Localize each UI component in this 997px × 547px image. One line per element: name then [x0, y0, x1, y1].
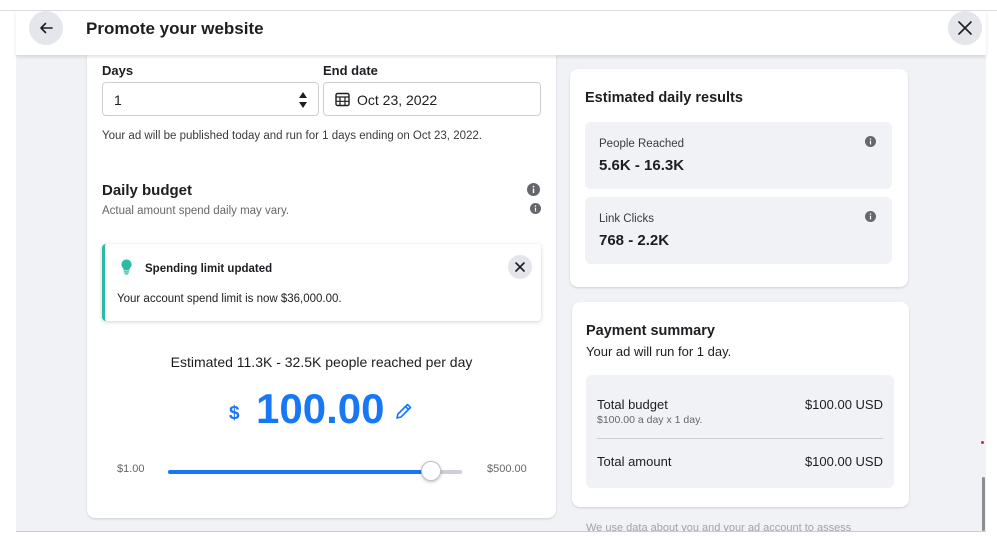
alert-title: Spending limit updated [145, 263, 273, 275]
reach-estimate: Estimated 11.3K - 32.5K people reached p… [170, 354, 473, 370]
metric-value: 768 - 2.2K [599, 232, 670, 249]
back-button[interactable] [29, 11, 63, 45]
stepper-arrows-icon[interactable] [298, 89, 308, 111]
slider-min-label: $1.00 [117, 463, 145, 475]
metric-value: 5.6K - 16.3K [599, 157, 685, 174]
close-icon [515, 262, 525, 272]
metric-link-clicks: Link Clicks 768 - 2.2K [585, 197, 892, 264]
dialog-body: Days End date 1 Oct 23, 2022 Your ad wil… [16, 55, 986, 532]
daily-budget-title: Daily budget [102, 182, 193, 199]
total-budget-detail: $100.00 a day x 1 day. [597, 414, 703, 426]
divider [597, 438, 883, 439]
budget-card: Days End date 1 Oct 23, 2022 Your ad wil… [87, 55, 556, 518]
page-title: Promote your website [86, 19, 264, 38]
days-label: Days [102, 63, 134, 78]
pencil-icon[interactable] [394, 401, 414, 421]
metric-label: People Reached [599, 138, 685, 150]
arrow-left-icon [40, 22, 53, 34]
total-budget-label: Total budget [597, 397, 668, 412]
metric-label: Link Clicks [599, 213, 654, 225]
days-stepper[interactable]: 1 [102, 82, 319, 116]
total-amount-value: $100.00 USD [804, 454, 883, 469]
slider-thumb[interactable] [421, 461, 441, 481]
slider-max-label: $500.00 [487, 463, 527, 475]
payment-breakdown: Total budget $100.00 a day x 1 day. $100… [586, 375, 894, 488]
days-value: 1 [114, 92, 122, 108]
info-icon[interactable] [865, 211, 876, 222]
close-button[interactable] [948, 11, 982, 45]
budget-amount: $ 100.00 [87, 385, 556, 435]
bottom-divider [16, 531, 986, 532]
estimated-results-card: Estimated daily results People Reached 5… [570, 69, 908, 287]
spending-limit-alert: Spending limit updated Your account spen… [102, 244, 541, 321]
lightbulb-icon [121, 259, 132, 275]
status-dot [981, 441, 984, 444]
close-icon [958, 21, 972, 35]
payment-summary-subtitle: Your ad will run for 1 day. [586, 344, 732, 359]
metric-people-reached: People Reached 5.6K - 16.3K [585, 122, 892, 189]
alert-close-button[interactable] [508, 255, 532, 279]
total-amount-label: Total amount [597, 454, 672, 469]
calendar-icon [335, 92, 350, 107]
dialog-header: Promote your website [16, 11, 986, 55]
end-date-field[interactable]: Oct 23, 2022 [323, 82, 541, 116]
info-icon[interactable] [865, 136, 876, 147]
budget-slider[interactable] [168, 470, 462, 474]
slider-fill [168, 470, 431, 474]
end-date-value: Oct 23, 2022 [357, 92, 438, 108]
schedule-note: Your ad will be published today and run … [102, 130, 482, 142]
estimated-results-title: Estimated daily results [585, 90, 743, 106]
alert-text: Your account spend limit is now $36,000.… [117, 293, 342, 305]
scrollbar[interactable] [982, 477, 985, 531]
end-date-label: End date [323, 63, 378, 78]
daily-budget-subtitle: Actual amount spend daily may vary. [102, 205, 290, 217]
payment-summary-card: Payment summary Your ad will run for 1 d… [572, 302, 909, 507]
budget-amount-value[interactable]: 100.00 [256, 385, 384, 433]
total-budget-value: $100.00 USD [804, 397, 883, 412]
payment-summary-title: Payment summary [586, 323, 715, 339]
info-icon[interactable] [527, 183, 540, 196]
info-icon[interactable] [530, 203, 541, 214]
currency-symbol: $ [229, 403, 240, 424]
